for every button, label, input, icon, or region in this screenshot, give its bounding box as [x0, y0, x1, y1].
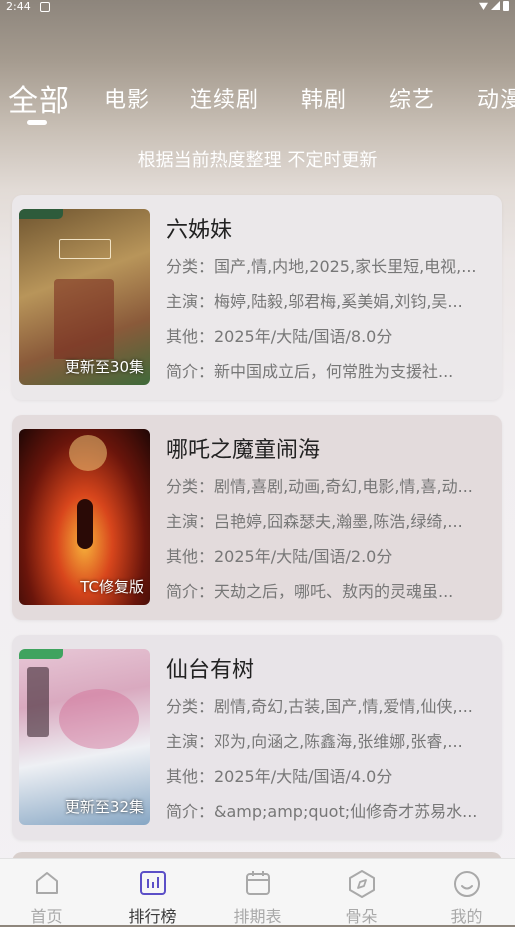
- item-title: 六姊妹: [166, 218, 233, 243]
- item-intro: 简介：新中国成立后，何常胜为支援社...: [166, 362, 454, 381]
- ranking-subtitle: 根据当前热度整理 不定时更新: [137, 150, 378, 171]
- item-title: 哪吒之魔童闹海: [166, 438, 321, 463]
- item-title: 仙台有树: [166, 658, 255, 683]
- poster-logo: [69, 435, 107, 471]
- item-intro: 简介：天劫之后，哪吒、敖丙的灵魂虽...: [166, 582, 454, 601]
- item-other: 其他：2025年/大陆/国语/8.0分: [166, 327, 393, 346]
- nav-ranking[interactable]: 排行榜: [101, 859, 204, 926]
- nav-home[interactable]: 首页: [0, 859, 98, 926]
- tab-variety[interactable]: 综艺: [389, 82, 435, 114]
- poster-door: [54, 279, 114, 359]
- active-tab-indicator: [27, 120, 47, 125]
- update-badge: 更新至32集: [64, 798, 144, 816]
- item-cast: 主演：梅婷,陆毅,邬君梅,奚美娟,刘钧,吴...: [166, 292, 463, 311]
- item-other: 其他：2025年/大陆/国语/4.0分: [166, 767, 393, 786]
- tab-all[interactable]: 全部: [8, 76, 70, 120]
- item-category: 分类：剧情,奇幻,古装,国产,情,爱情,仙侠,...: [166, 697, 473, 716]
- item-intro: 简介：&amp;amp;quot;仙修奇才苏易水...: [166, 802, 478, 821]
- poster-figure: [77, 499, 93, 549]
- tab-anime[interactable]: 动漫: [477, 82, 515, 114]
- compass-icon: [348, 870, 375, 898]
- poster-tag: [19, 649, 63, 659]
- category-tabs: 全部 电影 连续剧 韩剧 综艺 动漫: [8, 76, 515, 126]
- status-time: 2:44: [6, 0, 31, 13]
- item-category: 分类：剧情,喜剧,动画,奇幻,电影,情,喜,动...: [166, 477, 473, 496]
- status-bar: 2:44: [0, 0, 515, 14]
- nav-discover[interactable]: 骨朵: [310, 859, 413, 926]
- poster-sign: [59, 239, 111, 259]
- signal-icon: [491, 1, 500, 10]
- list-item[interactable]: TC修复版 哪吒之魔童闹海 分类：剧情,喜剧,动画,奇幻,电影,情,喜,动...…: [12, 415, 502, 620]
- nav-label: 排期表: [233, 907, 282, 926]
- poster-image: 更新至30集: [19, 209, 150, 385]
- nav-label: 首页: [30, 907, 63, 926]
- poster-tag: [19, 209, 63, 219]
- item-category: 分类：国产,情,内地,2025,家长里短,电视,...: [166, 257, 477, 276]
- poster-image: 更新至32集: [19, 649, 150, 825]
- ranking-icon: [139, 871, 166, 895]
- smiley-icon: [453, 871, 480, 897]
- calendar-icon: [245, 871, 270, 895]
- item-cast: 主演：吕艳婷,囧森瑟夫,瀚墨,陈浩,绿绮,...: [166, 512, 463, 531]
- home-icon: [35, 872, 58, 894]
- list-item[interactable]: 更新至30集 六姊妹 分类：国产,情,内地,2025,家长里短,电视,... 主…: [12, 195, 502, 400]
- list-item[interactable]: 更新至32集 仙台有树 分类：剧情,奇幻,古装,国产,情,爱情,仙侠,... 主…: [12, 635, 502, 840]
- notification-icon: [40, 2, 50, 12]
- nav-label: 我的: [450, 907, 483, 926]
- item-cast: 主演：邓为,向涵之,陈鑫海,张维娜,张睿,...: [166, 732, 463, 751]
- poster-image: TC修复版: [19, 429, 150, 605]
- item-other: 其他：2025年/大陆/国语/2.0分: [166, 547, 393, 566]
- nav-schedule[interactable]: 排期表: [206, 859, 309, 926]
- update-badge: 更新至30集: [64, 358, 144, 376]
- tab-kdrama[interactable]: 韩剧: [301, 82, 347, 114]
- tab-movie[interactable]: 电影: [104, 82, 150, 114]
- nav-label: 骨朵: [345, 907, 378, 926]
- status-icons: [479, 1, 509, 11]
- poster-blossom: [59, 689, 139, 749]
- battery-icon: [503, 1, 509, 11]
- nav-profile[interactable]: 我的: [415, 859, 515, 926]
- tab-series[interactable]: 连续剧: [190, 82, 259, 114]
- bottom-nav: 首页 排行榜 排期表 骨朵 我的: [0, 858, 515, 926]
- poster-calligraphy: [27, 667, 49, 737]
- wifi-icon: [479, 2, 488, 10]
- update-badge: TC修复版: [80, 578, 144, 596]
- nav-label: 排行榜: [128, 907, 177, 926]
